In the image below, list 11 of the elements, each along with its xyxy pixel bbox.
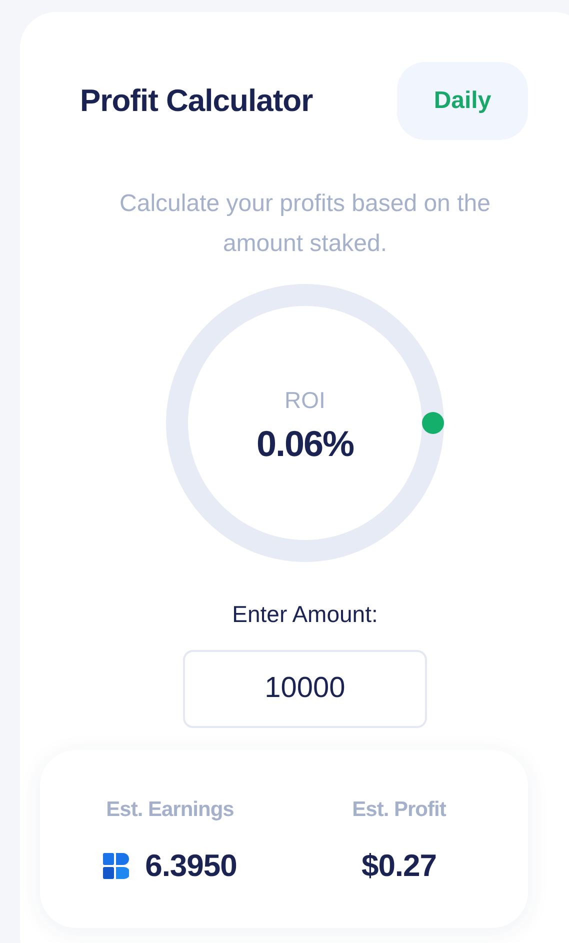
calculator-title: Profit Calculator [80,82,313,120]
result-label: Est. Earnings [106,796,234,822]
amount-input[interactable]: 10000 [183,650,427,728]
roi-value: 0.06% [256,422,354,466]
result-value: 6.3950 [145,847,237,885]
result-label: Est. Profit [352,796,446,822]
amount-label: Enter Amount: [232,600,378,629]
result-value: $0.27 [361,847,437,885]
roi-label: ROI [284,386,326,415]
description-text: Calculate your profits based on the amount staked. [118,189,492,259]
token-logo-icon [103,853,130,880]
